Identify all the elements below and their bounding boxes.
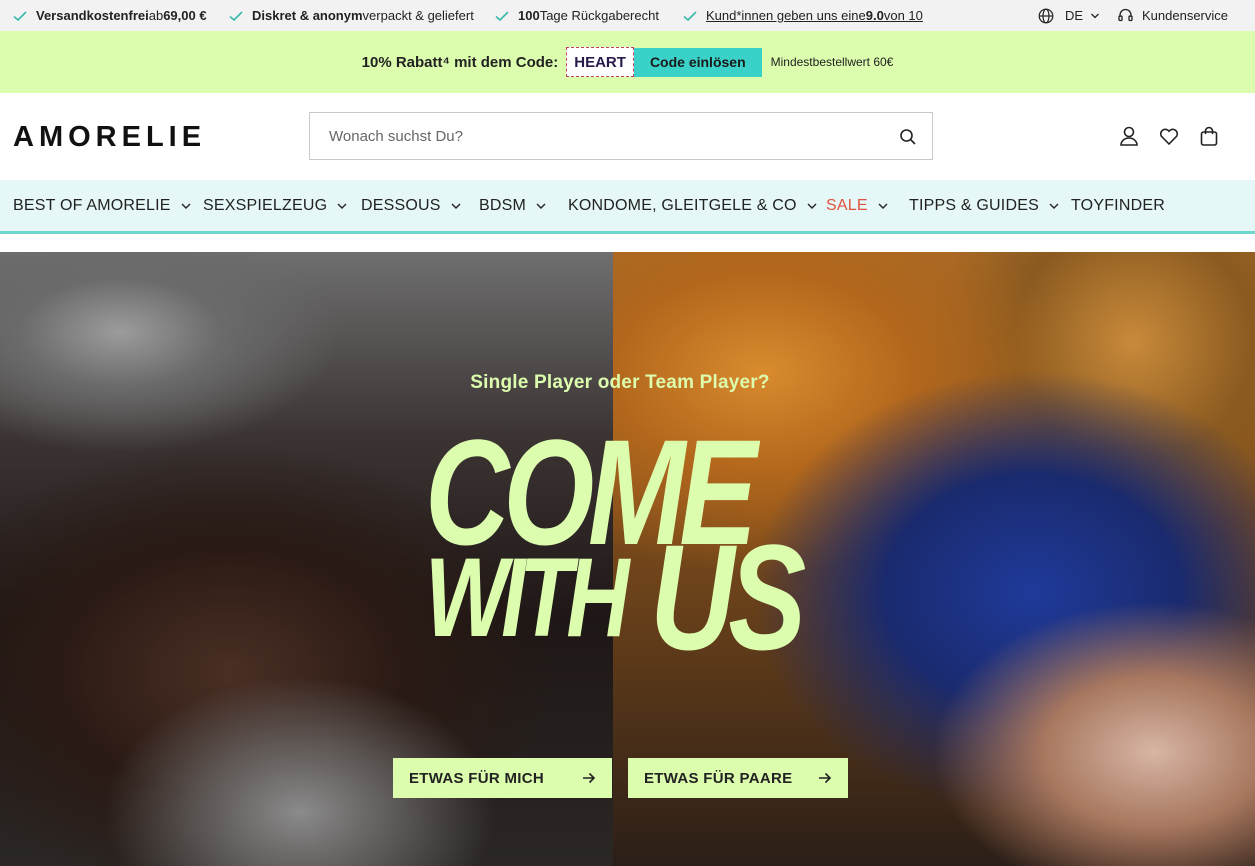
nav-item-dessous[interactable]: DESSOUS xyxy=(361,180,462,232)
hero-title: COME WITH US xyxy=(410,417,830,677)
check-icon xyxy=(229,10,243,21)
chevron-down-icon xyxy=(536,203,546,209)
nav-item-tipps-guides[interactable]: TIPPS & GUIDES xyxy=(909,180,1060,232)
min-order-text: Mindestbestellwert 60€ xyxy=(770,55,894,69)
heart-icon[interactable] xyxy=(1158,125,1180,147)
hero-title-with: WITH xyxy=(425,535,629,660)
for-me-button[interactable]: ETWAS FÜR MICH xyxy=(393,758,612,798)
hero-subtitle: Single Player oder Team Player? xyxy=(470,372,770,393)
for-couples-label: ETWAS FÜR PAARE xyxy=(644,769,793,787)
chevron-down-icon xyxy=(451,203,461,209)
usp-item-returns: 100 Tage Rückgaberecht xyxy=(494,0,659,31)
site-header: AMORELIE xyxy=(0,93,1255,180)
redeem-code-button[interactable]: Code einlösen xyxy=(633,47,762,77)
chevron-down-icon xyxy=(1049,203,1059,209)
nav-item-bdsm[interactable]: BDSM xyxy=(479,180,547,232)
chevron-down-icon xyxy=(807,203,817,209)
usp-item-rating[interactable]: Kund*innen geben uns eine 9.0 von 10 xyxy=(682,0,923,31)
headset-icon xyxy=(1118,8,1133,22)
for-couples-button[interactable]: ETWAS FÜR PAARE xyxy=(628,758,848,798)
globe-icon xyxy=(1038,8,1054,23)
nav-item-kondome[interactable]: KONDOME, GLEITGELE & CO xyxy=(568,180,818,232)
hero-title-us: US xyxy=(650,513,806,681)
promo-banner: 10% Rabatt⁴ mit dem Code: HEART Code ein… xyxy=(0,31,1255,93)
chevron-down-icon xyxy=(337,203,347,209)
language-label: DE xyxy=(1065,8,1084,23)
bag-icon[interactable] xyxy=(1198,125,1220,147)
promo-code[interactable]: HEART xyxy=(566,47,634,77)
nav-item-sexspielzeug[interactable]: SEXSPIELZEUG xyxy=(203,180,348,232)
search-box[interactable] xyxy=(309,112,933,160)
arrow-right-icon xyxy=(583,772,596,784)
nav-item-best-of[interactable]: BEST OF AMORELIE xyxy=(13,180,192,232)
usp-item-discreet: Diskret & anonym verpackt & geliefert xyxy=(228,0,474,31)
search-icon[interactable] xyxy=(899,128,917,146)
check-icon xyxy=(683,10,697,21)
arrow-right-icon xyxy=(819,772,832,784)
nav-item-sale[interactable]: SALE xyxy=(826,180,889,232)
hero-banner[interactable]: Single Player oder Team Player? COME WIT… xyxy=(0,252,1255,866)
main-nav: BEST OF AMORELIE SEXSPIELZEUG DESSOUS BD… xyxy=(0,180,1255,234)
search-input[interactable] xyxy=(329,127,869,145)
nav-item-toyfinder[interactable]: TOYFINDER xyxy=(1071,180,1165,232)
usp-bar: Versandkostenfrei ab 69,00 € Diskret & a… xyxy=(0,0,1255,31)
language-selector[interactable]: DE xyxy=(1038,0,1100,31)
chevron-down-icon xyxy=(1091,13,1100,18)
for-me-label: ETWAS FÜR MICH xyxy=(409,769,545,787)
chevron-down-icon xyxy=(878,203,888,209)
customer-service-label: Kundenservice xyxy=(1142,8,1228,23)
promo-text: 10% Rabatt⁴ mit dem Code: xyxy=(361,53,559,71)
user-icon[interactable] xyxy=(1118,125,1140,147)
customer-service-link[interactable]: Kundenservice xyxy=(1117,0,1228,31)
logo[interactable]: AMORELIE xyxy=(13,121,206,154)
chevron-down-icon xyxy=(181,203,191,209)
check-icon xyxy=(495,10,509,21)
usp-item-shipping: Versandkostenfrei ab 69,00 € xyxy=(12,0,207,31)
check-icon xyxy=(13,10,27,21)
